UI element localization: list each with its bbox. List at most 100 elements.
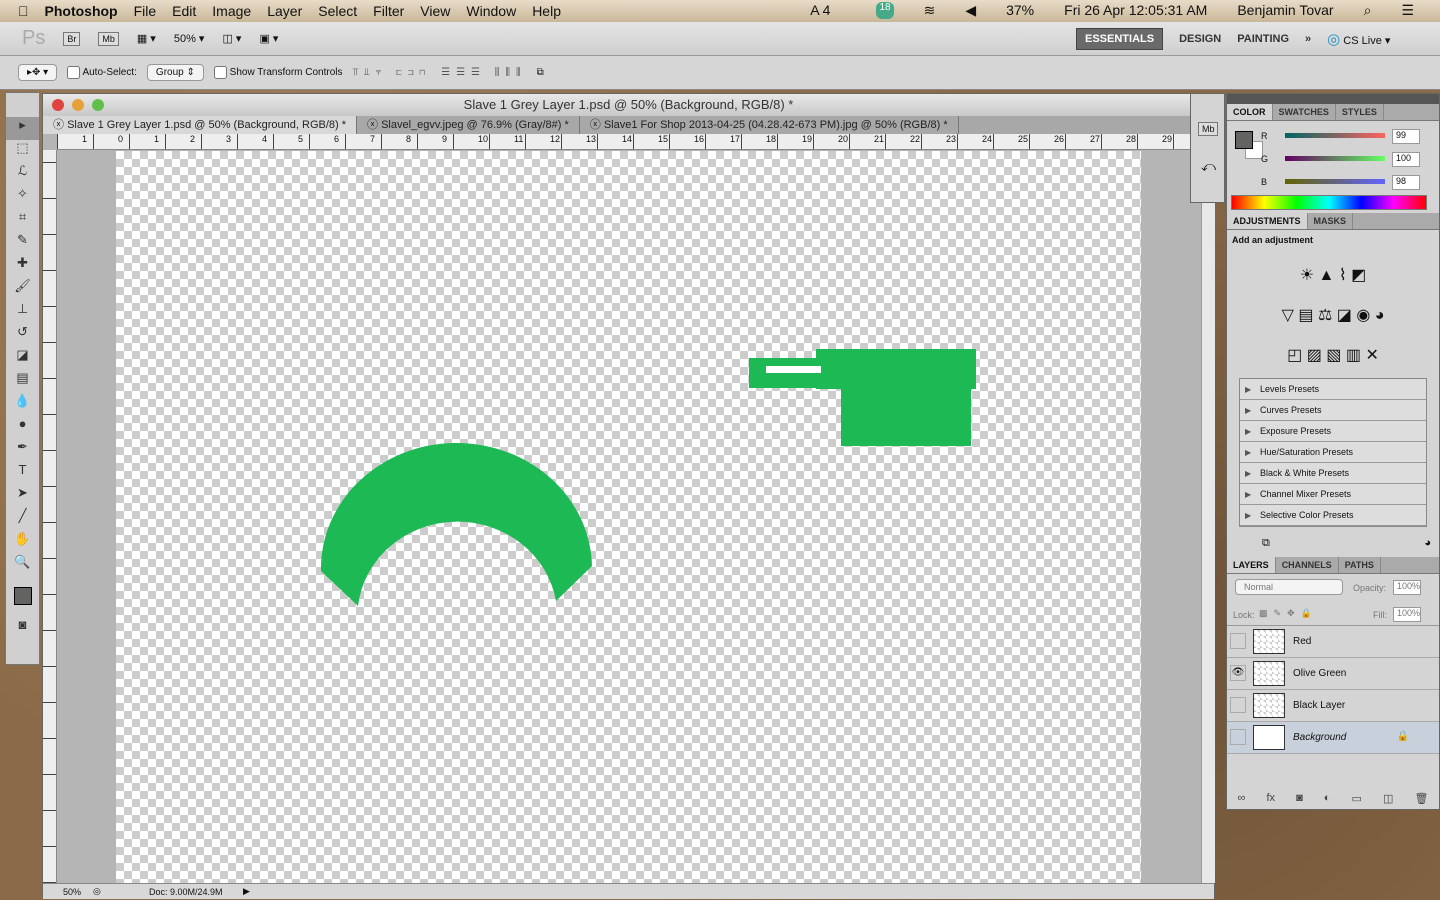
eyedropper-tool-icon[interactable]: ✎ [6, 232, 39, 255]
zoom-tool-icon[interactable]: 🔍 [6, 554, 39, 577]
fill-field[interactable]: 100% [1393, 607, 1421, 622]
vibrance-icon[interactable]: ▽ [1282, 307, 1294, 324]
horizontal-ruler[interactable]: 1 0 1 2 3 4 5 6 7 8 9 10 11 12 13 14 15 16 17 18 19 20 21 22 23 2… [57, 134, 1202, 150]
bridge-button[interactable]: Br [63, 31, 81, 46]
canvas[interactable] [116, 151, 1141, 883]
color-balance-icon[interactable]: ⚖ [1318, 307, 1332, 324]
tab-swatches[interactable]: SWATCHES [1273, 104, 1336, 120]
adjustment-layer-icon[interactable]: ◐ [1324, 792, 1331, 805]
brightness-icon[interactable]: ☀ [1300, 267, 1314, 284]
apple-icon[interactable]:  [18, 3, 29, 19]
hue-sat-icon[interactable]: ▤ [1298, 307, 1313, 324]
minibridge-panel-icon[interactable]: Mb [1198, 122, 1218, 136]
tab-styles[interactable]: STYLES [1336, 104, 1384, 120]
bw-icon[interactable]: ◪ [1337, 307, 1352, 324]
clock[interactable]: Fri 26 Apr 12:05:31 AM [1064, 2, 1207, 19]
auto-select-dropdown[interactable]: Group ⇕ [146, 64, 204, 81]
type-tool-icon[interactable]: T [6, 462, 39, 485]
menu-view[interactable]: View [420, 3, 450, 19]
visibility-toggle[interactable] [1230, 633, 1246, 649]
hand-tool-icon[interactable]: ✋ [6, 531, 39, 554]
tab-paths[interactable]: PATHS [1339, 557, 1381, 573]
wifi-icon[interactable]: ≋ [924, 2, 936, 19]
workspace-design[interactable]: DESIGN [1179, 33, 1221, 45]
lasso-tool-icon[interactable]: ℒ [6, 163, 39, 186]
menu-filter[interactable]: Filter [373, 3, 404, 19]
exposure-icon[interactable]: ◩ [1351, 267, 1366, 284]
screen-mode-button[interactable]: ▣ ▾ [259, 32, 278, 45]
visibility-toggle[interactable] [1230, 729, 1246, 745]
invert-icon[interactable]: ◰ [1287, 347, 1302, 364]
layer-row[interactable]: Black Layer [1227, 690, 1439, 722]
line-tool-icon[interactable]: ╱ [6, 508, 39, 531]
workspace-painting[interactable]: PAINTING [1237, 33, 1289, 45]
gradient-map-icon[interactable]: ▥ [1346, 347, 1361, 364]
brush-tool-icon[interactable]: 🖌 [6, 278, 39, 301]
trash-icon[interactable]: 🗑 [1414, 792, 1428, 805]
lock-icons[interactable]: ▩✎✥🔒 [1259, 608, 1318, 619]
layer-row[interactable]: 👁 Olive Green [1227, 658, 1439, 690]
menu-file[interactable]: File [134, 3, 157, 19]
g-slider[interactable] [1285, 156, 1385, 161]
threshold-icon[interactable]: ▧ [1326, 347, 1341, 364]
eraser-tool-icon[interactable]: ◪ [6, 347, 39, 370]
show-transform-checkbox[interactable]: Show Transform Controls [213, 66, 343, 79]
vertical-ruler[interactable] [43, 150, 57, 883]
photo-filter-icon[interactable]: ◉ [1356, 307, 1370, 324]
blend-mode-select[interactable]: Normal [1235, 579, 1343, 595]
g-value[interactable]: 100 [1392, 152, 1420, 167]
battery-status[interactable]: 37% [1006, 2, 1034, 19]
tab-channels[interactable]: CHANNELS [1276, 557, 1339, 573]
move-tool-icon[interactable]: ▸ [6, 117, 39, 140]
opacity-field[interactable]: 100% [1393, 580, 1421, 595]
preset-item[interactable]: Selective Color Presets [1240, 505, 1426, 526]
preset-item[interactable]: Channel Mixer Presets [1240, 484, 1426, 505]
close-window-button[interactable] [52, 99, 64, 111]
path-select-tool-icon[interactable]: ➤ [6, 485, 39, 508]
document-tab[interactable]: ⓧ Slave1 For Shop 2013-04-25 (04.28.42-6… [580, 116, 959, 134]
zoom-level-select[interactable]: 50% ▾ [174, 32, 205, 45]
foreground-color-swatch[interactable] [1235, 131, 1253, 149]
menu-window[interactable]: Window [466, 3, 516, 19]
layer-row[interactable]: Red [1227, 626, 1439, 658]
notification-center-icon[interactable]: ☰ [1401, 2, 1414, 19]
curves-icon[interactable]: ⌇ [1339, 267, 1347, 284]
status-info-icon[interactable]: ◎ [93, 886, 113, 897]
add-mask-icon[interactable]: ◙ [1296, 792, 1303, 805]
visibility-icon[interactable]: ◕ [1424, 537, 1431, 549]
marquee-tool-icon[interactable]: ⬚ [6, 140, 39, 163]
crop-tool-icon[interactable]: ⌗ [6, 209, 39, 232]
tab-layers[interactable]: LAYERS [1227, 557, 1276, 573]
clone-stamp-icon[interactable]: ⊥ [6, 301, 39, 324]
cs-live-button[interactable]: ◎ CS Live ▾ [1327, 30, 1390, 48]
menu-edit[interactable]: Edit [172, 3, 196, 19]
arrange-documents-button[interactable]: ◫ ▾ [222, 32, 241, 45]
zoom-window-button[interactable] [92, 99, 104, 111]
minibridge-button[interactable]: Mb [98, 31, 119, 46]
menu-image[interactable]: Image [212, 3, 251, 19]
menu-select[interactable]: Select [318, 3, 357, 19]
tab-masks[interactable]: MASKS [1308, 213, 1354, 229]
menu-layer[interactable]: Layer [267, 3, 302, 19]
tab-adjustments[interactable]: ADJUSTMENTS [1227, 213, 1308, 229]
color-spectrum[interactable] [1231, 195, 1427, 210]
gradient-tool-icon[interactable]: ▤ [6, 370, 39, 393]
vertical-scrollbar[interactable] [1201, 134, 1215, 883]
preset-item[interactable]: Curves Presets [1240, 400, 1426, 421]
notification-badge[interactable]: 18 [876, 2, 894, 19]
workspace-essentials[interactable]: ESSENTIALS [1076, 27, 1164, 50]
menu-help[interactable]: Help [532, 3, 561, 19]
align-buttons[interactable]: ⫪⫫⫧ ⊏⊐⊓ [353, 67, 432, 78]
new-layer-icon[interactable]: ◫ [1383, 792, 1393, 805]
fx-icon[interactable]: fx [1266, 792, 1275, 805]
more-workspaces-button[interactable]: » [1305, 33, 1311, 45]
r-value[interactable]: 99 [1392, 129, 1420, 144]
quick-select-tool-icon[interactable]: ✧ [6, 186, 39, 209]
spotlight-icon[interactable]: ⌕ [1364, 2, 1372, 19]
view-extras-button[interactable]: ▦ ▾ [137, 32, 156, 45]
selective-color-icon[interactable]: ✕ [1365, 347, 1378, 364]
preset-item[interactable]: Black & White Presets [1240, 463, 1426, 484]
new-group-icon[interactable]: ▭ [1352, 792, 1362, 805]
posterize-icon[interactable]: ▨ [1307, 347, 1322, 364]
preset-item[interactable]: Hue/Saturation Presets [1240, 442, 1426, 463]
